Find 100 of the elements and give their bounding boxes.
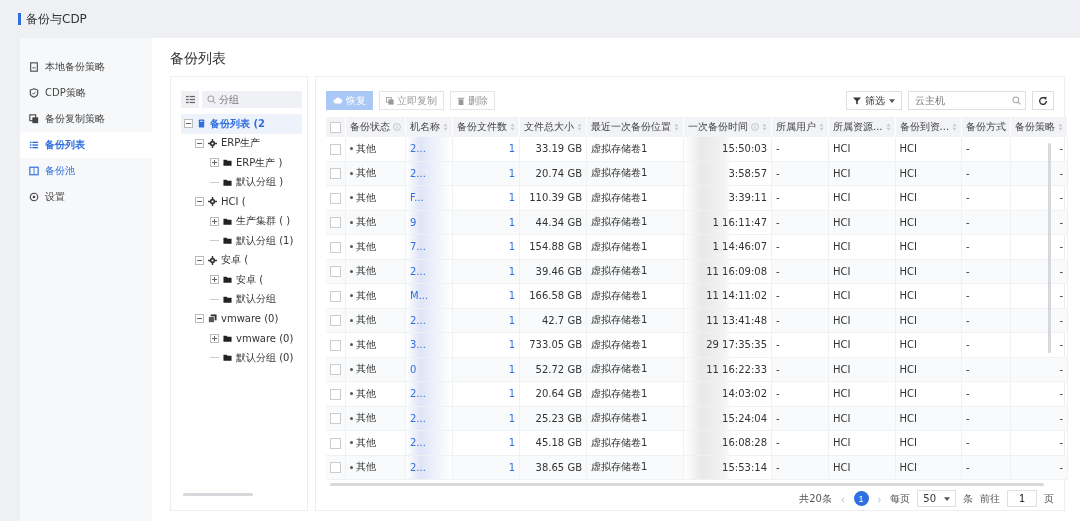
table-link[interactable]: 1 xyxy=(508,388,515,400)
search-field[interactable]: 分组 xyxy=(202,91,302,108)
scrollbar[interactable] xyxy=(1048,143,1051,353)
checkbox[interactable] xyxy=(330,437,341,449)
tree-node[interactable]: vmware (0) xyxy=(181,309,302,329)
toggle-icon[interactable] xyxy=(210,275,219,285)
table-link[interactable]: 2... xyxy=(410,388,426,400)
tree-node[interactable]: 默认分组 (0) xyxy=(181,348,302,368)
sidebar-item[interactable]: 备份复制策略 xyxy=(20,106,152,132)
table-link[interactable]: 1 xyxy=(508,314,515,326)
checkbox[interactable] xyxy=(330,462,341,473)
table-link[interactable]: 1 xyxy=(508,216,515,228)
tree-label[interactable]: 默认分组 (1) xyxy=(236,233,294,248)
tree-label[interactable]: 安卓 ( xyxy=(236,272,264,287)
tree-label[interactable]: 安卓 ( xyxy=(221,253,249,268)
checkbox[interactable] xyxy=(330,266,341,277)
toggle-icon[interactable] xyxy=(210,216,219,226)
table-link[interactable]: 1 xyxy=(508,339,515,351)
sidebar-item[interactable]: CDP策略 xyxy=(20,80,152,106)
table-link[interactable]: 1 xyxy=(508,437,515,449)
sidebar-item[interactable]: 设置 xyxy=(20,184,152,210)
checkbox[interactable] xyxy=(330,241,341,253)
search-field[interactable]: 云主机 xyxy=(908,91,1026,110)
sort-icon[interactable] xyxy=(885,123,891,131)
tree-label[interactable]: ERP生产 ) xyxy=(236,155,283,170)
filter-button[interactable]: 筛选 xyxy=(846,91,902,110)
checkbox[interactable] xyxy=(330,217,341,228)
scrollbar[interactable] xyxy=(330,483,1044,486)
table-link[interactable]: 2... xyxy=(410,265,426,277)
tree-label[interactable]: 生产集群 ( ) xyxy=(236,214,291,229)
tree-node[interactable]: ERP生产 xyxy=(181,133,302,153)
table-link[interactable]: 1 xyxy=(508,143,515,155)
tree-label[interactable]: 默认分组 ) xyxy=(236,175,284,190)
table-link[interactable]: 1 xyxy=(508,461,515,473)
table-link[interactable]: 9 xyxy=(410,216,417,228)
table-link[interactable]: M... xyxy=(410,290,429,302)
checkbox[interactable] xyxy=(330,388,341,400)
sort-icon[interactable] xyxy=(819,123,824,131)
checkbox[interactable] xyxy=(330,290,341,302)
checkbox[interactable] xyxy=(330,143,341,155)
table-link[interactable]: 2... xyxy=(410,167,426,179)
table-link[interactable]: 1 xyxy=(508,265,515,277)
toggle-icon[interactable] xyxy=(195,197,204,207)
checkbox[interactable] xyxy=(330,339,341,351)
tree-node[interactable]: 备份列表 (2 xyxy=(181,114,302,134)
checkbox[interactable] xyxy=(330,413,341,424)
table-link[interactable]: 2... xyxy=(410,437,426,449)
tree-node[interactable]: 安卓 ( xyxy=(181,270,302,290)
tree-label[interactable]: 备份列表 (2 xyxy=(210,116,265,131)
page-input[interactable]: 1 xyxy=(1007,490,1037,508)
tree-node[interactable]: 默认分组 (1) xyxy=(181,231,302,251)
tree-label[interactable]: vmware (0) xyxy=(221,313,279,325)
toggle-icon[interactable] xyxy=(184,119,193,129)
tree-node[interactable]: 默认分组 xyxy=(181,289,302,309)
tree-label[interactable]: ERP生产 xyxy=(221,136,261,151)
table-link[interactable]: 2... xyxy=(410,461,426,473)
refresh-button[interactable] xyxy=(1032,91,1054,110)
tree-label[interactable]: 默认分组 (0) xyxy=(236,350,294,365)
table-link[interactable]: F... xyxy=(410,192,424,204)
table-link[interactable]: 0 xyxy=(410,363,417,375)
sidebar-item[interactable]: 备份池 xyxy=(20,158,152,184)
tree-label[interactable]: HCI ( xyxy=(221,196,246,208)
table-link[interactable]: 3... xyxy=(410,339,426,351)
sort-icon[interactable] xyxy=(577,123,582,131)
sort-icon[interactable] xyxy=(1058,123,1064,131)
table-link[interactable]: 1 xyxy=(508,192,515,204)
sort-icon[interactable] xyxy=(952,123,958,131)
tree-node[interactable]: 生产集群 ( ) xyxy=(181,211,302,231)
page-button[interactable]: 1 xyxy=(853,491,869,507)
page-size-select[interactable]: 50 xyxy=(917,490,956,508)
scrollbar[interactable] xyxy=(183,493,253,496)
checkbox[interactable] xyxy=(330,121,341,133)
sidebar-item[interactable]: 备份列表 xyxy=(20,132,152,158)
checkbox[interactable] xyxy=(330,364,341,375)
checkbox[interactable] xyxy=(330,168,341,179)
table-link[interactable]: 1 xyxy=(508,363,515,375)
tree-node[interactable]: 安卓 ( xyxy=(181,250,302,270)
table-link[interactable]: 2... xyxy=(410,314,426,326)
tree-node[interactable]: ERP生产 ) xyxy=(181,153,302,173)
tree-label[interactable]: 默认分组 xyxy=(236,292,276,307)
table-link[interactable]: 7... xyxy=(410,241,426,253)
checkbox[interactable] xyxy=(330,315,341,326)
checkbox[interactable] xyxy=(330,192,341,204)
sort-icon[interactable] xyxy=(443,123,448,131)
tree-label[interactable]: vmware (0) xyxy=(236,332,294,344)
toggle-icon[interactable] xyxy=(210,158,219,168)
table-link[interactable]: 1 xyxy=(508,167,515,179)
sidebar-item[interactable]: 本地备份策略 xyxy=(20,54,152,80)
toggle-icon[interactable] xyxy=(210,333,219,343)
tree-node[interactable]: 默认分组 ) xyxy=(181,172,302,192)
toggle-icon[interactable] xyxy=(195,255,204,265)
table-link[interactable]: 2... xyxy=(410,412,426,424)
table-link[interactable]: 1 xyxy=(508,412,515,424)
tree-node[interactable]: HCI ( xyxy=(181,192,302,212)
sort-icon[interactable] xyxy=(510,123,515,131)
toggle-icon[interactable] xyxy=(195,138,204,148)
table-link[interactable]: 1 xyxy=(508,290,515,302)
sort-icon[interactable] xyxy=(674,123,679,131)
table-link[interactable]: 2... xyxy=(410,143,426,155)
view-toggle-button[interactable] xyxy=(181,91,199,108)
